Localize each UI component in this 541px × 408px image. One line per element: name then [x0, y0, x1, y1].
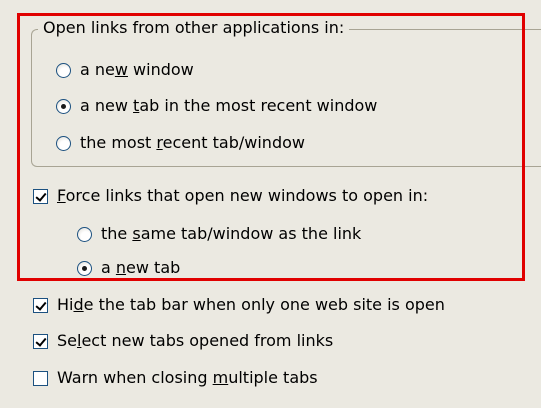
force-links-checkbox-row[interactable]: Force links that open new windows to ope… — [33, 186, 428, 206]
radio-new-window[interactable]: a new window — [56, 60, 194, 80]
select-new-tabs-checkbox-row[interactable]: Select new tabs opened from links — [33, 331, 333, 351]
open-links-group-legend: Open links from other applications in: — [38, 18, 350, 37]
radio-new-tab-recent-window-control[interactable] — [56, 98, 71, 114]
warn-closing-checkbox[interactable] — [33, 370, 48, 386]
hide-tab-bar-label: Hide the tab bar when only one web site … — [57, 295, 445, 314]
radio-same-tab-window-control[interactable] — [77, 226, 92, 242]
select-new-tabs-label: Select new tabs opened from links — [57, 331, 334, 350]
radio-most-recent-tab-label: the most recent tab/window — [80, 133, 305, 152]
radio-same-tab-window-label: the same tab/window as the link — [101, 224, 362, 243]
warn-closing-label: Warn when closing multiple tabs — [57, 368, 318, 387]
hide-tab-bar-checkbox[interactable] — [33, 297, 48, 313]
radio-most-recent-tab[interactable]: the most recent tab/window — [56, 133, 305, 153]
radio-same-tab-window[interactable]: the same tab/window as the link — [77, 224, 361, 244]
radio-force-new-tab-control[interactable] — [77, 260, 92, 276]
radio-force-new-tab[interactable]: a new tab — [77, 258, 180, 278]
radio-new-tab-recent-window-label: a new tab in the most recent window — [80, 96, 378, 115]
force-links-checkbox[interactable] — [33, 188, 48, 204]
radio-most-recent-tab-control[interactable] — [56, 135, 71, 151]
hide-tab-bar-checkbox-row[interactable]: Hide the tab bar when only one web site … — [33, 295, 445, 315]
radio-new-window-control[interactable] — [56, 62, 71, 78]
force-links-label: Force links that open new windows to ope… — [57, 186, 429, 205]
radio-new-tab-recent-window[interactable]: a new tab in the most recent window — [56, 96, 377, 116]
warn-closing-checkbox-row[interactable]: Warn when closing multiple tabs — [33, 368, 318, 388]
radio-force-new-tab-label: a new tab — [101, 258, 181, 277]
radio-new-window-label: a new window — [80, 60, 194, 79]
tabs-options-panel: Open links from other applications in: a… — [0, 0, 541, 408]
select-new-tabs-checkbox[interactable] — [33, 333, 48, 349]
